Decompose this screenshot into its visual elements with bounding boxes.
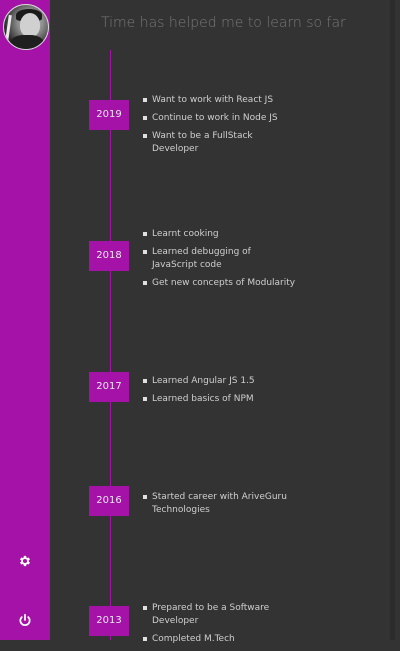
timeline-item: Learned basics of NPM bbox=[143, 393, 298, 406]
page-title: Time has helped me to learn so far bbox=[101, 15, 346, 31]
avatar-face bbox=[20, 13, 40, 37]
avatar-beam bbox=[5, 14, 12, 42]
timeline-item: Learned debugging of JavaScript code bbox=[143, 246, 298, 272]
timeline-item: Get new concepts of Modularity bbox=[143, 277, 298, 290]
sidebar bbox=[0, 0, 50, 640]
timeline-item: Prepared to be a Software Developer bbox=[143, 602, 298, 628]
timeline-line bbox=[110, 50, 111, 640]
power-icon[interactable] bbox=[18, 613, 32, 627]
avatar-body bbox=[10, 35, 44, 49]
avatar[interactable] bbox=[3, 4, 49, 50]
timeline-item: Want to be a FullStack Developer bbox=[143, 130, 298, 156]
year-badge[interactable]: 2013 bbox=[89, 606, 129, 636]
timeline-item: Continue to work in Node JS bbox=[143, 112, 298, 125]
year-badge[interactable]: 2019 bbox=[89, 100, 129, 130]
timeline-item: Learned Angular JS 1.5 bbox=[143, 375, 298, 388]
scrollbar[interactable] bbox=[390, 0, 395, 640]
timeline-item: Learnt cooking bbox=[143, 228, 298, 241]
timeline-items: Want to work with React JS Continue to w… bbox=[143, 94, 298, 161]
timeline-items: Learned Angular JS 1.5 Learned basics of… bbox=[143, 375, 298, 411]
year-badge[interactable]: 2016 bbox=[89, 486, 129, 516]
timeline-item: Started career with AriveGuru Technologi… bbox=[143, 491, 298, 517]
year-badge[interactable]: 2017 bbox=[89, 372, 129, 402]
timeline-item: Want to work with React JS bbox=[143, 94, 298, 107]
timeline-items: Started career with AriveGuru Technologi… bbox=[143, 491, 298, 522]
timeline-items: Learnt cooking Learned debugging of Java… bbox=[143, 228, 298, 295]
year-badge[interactable]: 2018 bbox=[89, 241, 129, 271]
gear-icon[interactable] bbox=[18, 554, 32, 568]
timeline-items: Prepared to be a Software Developer Comp… bbox=[143, 602, 298, 651]
